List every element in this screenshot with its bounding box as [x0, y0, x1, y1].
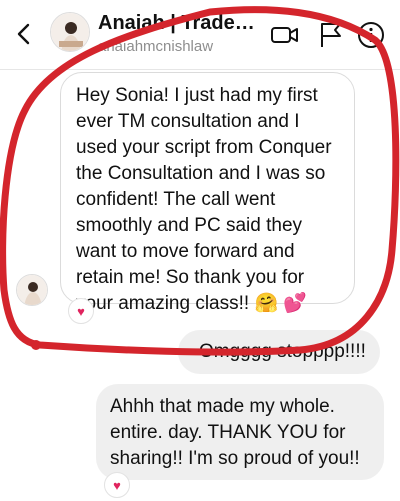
- dm-screen: Anaiah | Tradem... anaiahmcnishlaw Hey S…: [0, 0, 400, 501]
- incoming-message-bubble[interactable]: Hey Sonia! I just had my first ever TM c…: [60, 72, 355, 314]
- message-thread: Hey Sonia! I just had my first ever TM c…: [0, 70, 400, 501]
- heart-reaction-icon[interactable]: ♥: [68, 298, 94, 324]
- outgoing-message-bubble[interactable]: Omgggg stopppp!!!!: [178, 330, 380, 374]
- heart-reaction-icon[interactable]: ♥: [104, 472, 130, 498]
- back-chevron-icon[interactable]: [12, 22, 36, 46]
- sender-avatar[interactable]: [16, 274, 48, 306]
- outgoing-message-bubble[interactable]: Ahhh that made my whole. entire. day. TH…: [96, 384, 384, 480]
- contact-username: anaiahmcnishlaw: [98, 38, 214, 55]
- contact-avatar[interactable]: [50, 12, 90, 52]
- contact-name[interactable]: Anaiah | Tradem...: [98, 12, 268, 35]
- info-icon[interactable]: [356, 20, 386, 50]
- flag-icon[interactable]: [316, 20, 346, 50]
- conversation-header: Anaiah | Tradem... anaiahmcnishlaw: [0, 0, 400, 70]
- video-call-icon[interactable]: [270, 20, 300, 50]
